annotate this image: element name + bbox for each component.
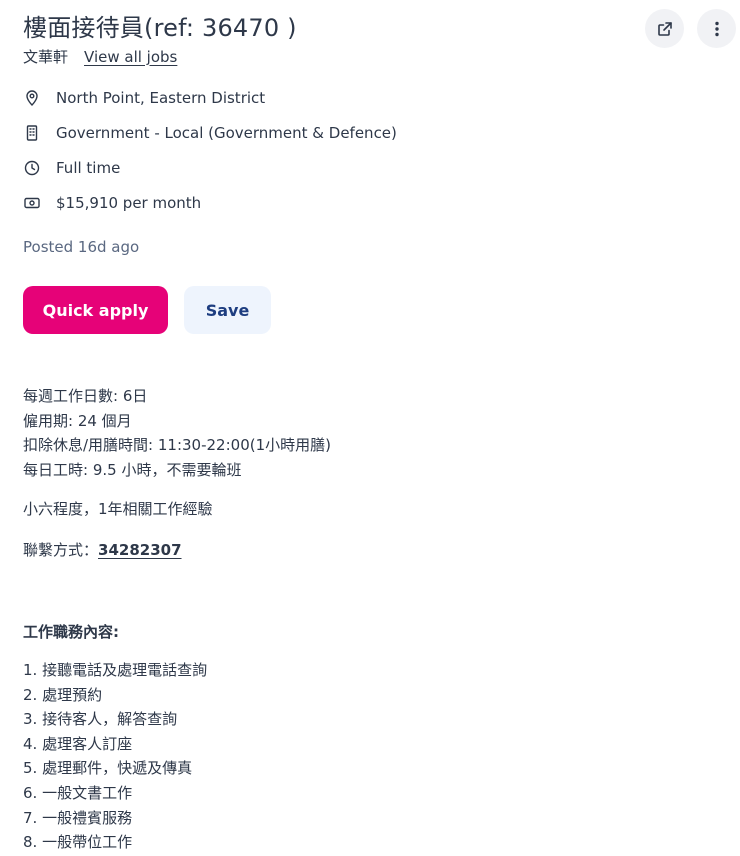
job-salary: $15,910 per month <box>23 194 201 212</box>
category-text: Government - Local (Government & Defence… <box>56 124 397 142</box>
clock-icon <box>23 159 41 177</box>
job-work-type: Full time <box>23 159 120 177</box>
save-button[interactable]: Save <box>184 286 271 334</box>
more-vertical-icon <box>714 21 719 36</box>
location-text: North Point, Eastern District <box>56 89 266 107</box>
list-item: 6. 一般文書工作 <box>23 783 133 802</box>
job-category: Government - Local (Government & Defence… <box>23 124 397 142</box>
share-external-icon <box>657 21 672 36</box>
job-title: 樓面接待員(ref: 36470 ) <box>23 14 297 42</box>
description-line: 每週工作日數: 6日 <box>23 387 148 405</box>
requirement-text: 小六程度，1年相關工作經驗 <box>23 500 213 518</box>
salary-text: $15,910 per month <box>56 194 202 212</box>
list-item: 3. 接待客人，解答查詢 <box>23 710 178 729</box>
company-name: 文華軒 <box>23 48 69 66</box>
work-type-text: Full time <box>56 159 121 177</box>
more-options-button[interactable] <box>697 9 736 48</box>
contact-phone-link[interactable]: 34282307 <box>98 541 182 559</box>
job-location: North Point, Eastern District <box>23 89 265 107</box>
duties-list: 1. 接聽電話及處理電話查詢 2. 處理預約 3. 接待客人，解答查詢 4. 處… <box>23 658 207 855</box>
list-item: 2. 處理預約 <box>23 685 103 704</box>
list-item: 1. 接聽電話及處理電話查詢 <box>23 661 208 679</box>
contact-label: 聯繫方式： <box>23 541 99 559</box>
location-pin-icon <box>23 89 41 107</box>
description-line: 每日工時: 9.5 小時，不需要輪班 <box>23 460 242 479</box>
share-button[interactable] <box>645 9 684 48</box>
contact-info: 聯繫方式：34282307 <box>23 539 182 560</box>
view-all-jobs-link[interactable]: View all jobs <box>84 48 177 66</box>
posted-date: Posted 16d ago <box>23 238 140 256</box>
job-description: 每週工作日數: 6日 僱用期: 24 個月 扣除休息/用膳時間: 11:30-2… <box>23 384 331 482</box>
description-line: 扣除休息/用膳時間: 11:30-22:00(1小時用膳) <box>23 436 331 454</box>
company-row: 文華軒 View all jobs <box>23 46 177 67</box>
list-item: 7. 一般禮賓服務 <box>23 808 133 827</box>
list-item: 8. 一般帶位工作 <box>23 833 133 852</box>
list-item: 5. 處理郵件，快遞及傳真 <box>23 759 193 778</box>
quick-apply-button[interactable]: Quick apply <box>23 286 168 334</box>
duties-heading: 工作職務內容: <box>23 623 119 641</box>
description-line: 僱用期: 24 個月 <box>23 411 132 430</box>
money-icon <box>23 194 41 212</box>
building-icon <box>23 124 41 142</box>
list-item: 4. 處理客人訂座 <box>23 734 133 753</box>
